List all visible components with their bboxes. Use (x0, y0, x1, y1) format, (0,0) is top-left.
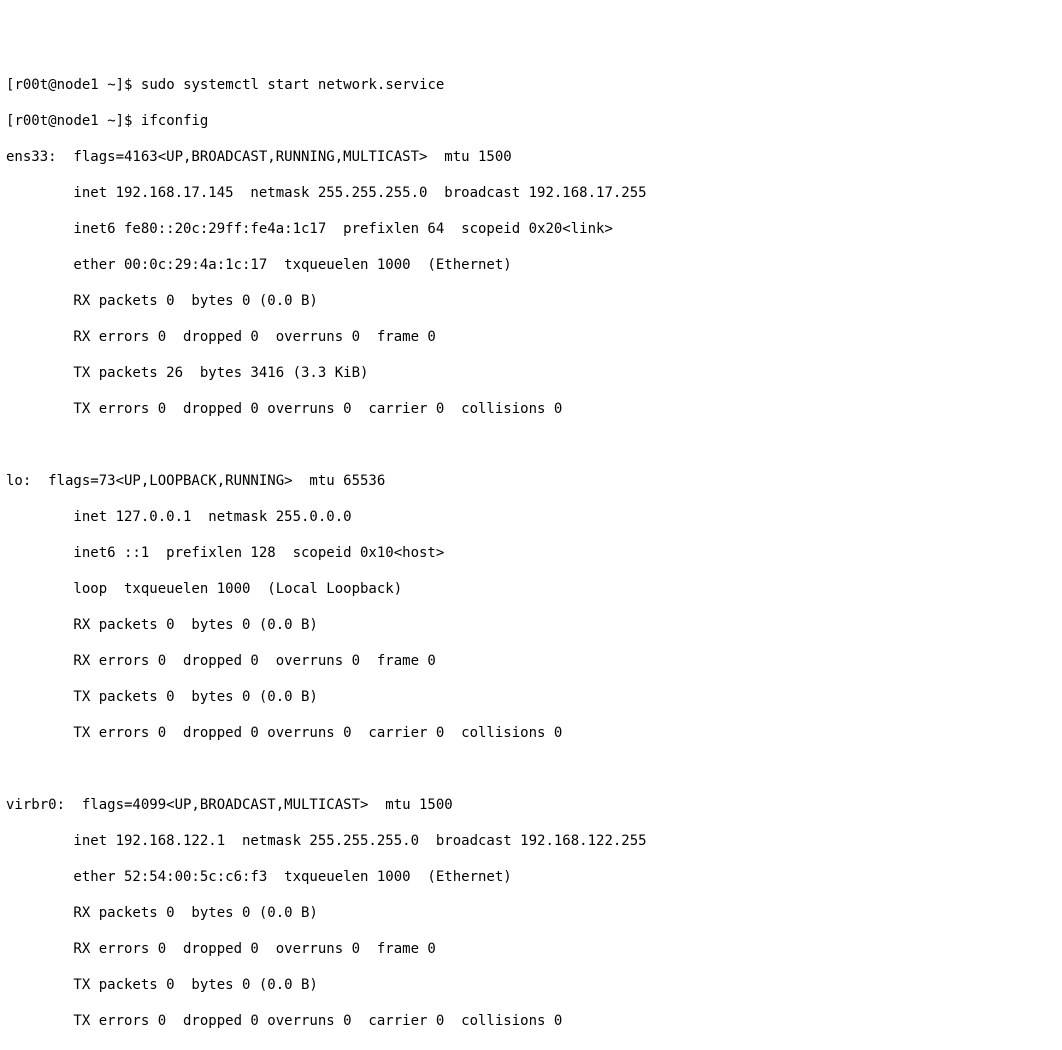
prompt-user: r00t (14, 113, 48, 129)
ifconfig-output: ether 00:0c:29:4a:1c:17 txqueuelen 1000 … (6, 256, 1056, 274)
ifconfig-output: RX errors 0 dropped 0 overruns 0 frame 0 (6, 940, 1056, 958)
ifconfig-output: RX packets 0 bytes 0 (0.0 B) (6, 904, 1056, 922)
ifconfig-output: virbr0: flags=4099<UP,BROADCAST,MULTICAS… (6, 796, 1056, 814)
shell-prompt[interactable]: [r00t@node1 ~]$ (6, 77, 141, 93)
ifconfig-output: inet 192.168.17.145 netmask 255.255.255.… (6, 184, 1056, 202)
prompt-close: ]$ (116, 77, 133, 93)
prompt-host: node1 (57, 77, 99, 93)
blank-line (6, 760, 1056, 778)
ifconfig-output: TX packets 0 bytes 0 (0.0 B) (6, 976, 1056, 994)
terminal-line: [r00t@node1 ~]$ sudo systemctl start net… (6, 76, 1056, 94)
shell-prompt[interactable]: [r00t@node1 ~]$ (6, 113, 141, 129)
ifconfig-output: inet6 fe80::20c:29ff:fe4a:1c17 prefixlen… (6, 220, 1056, 238)
prompt-path: ~ (107, 77, 115, 93)
prompt-close: ]$ (116, 113, 133, 129)
ifconfig-output: inet 192.168.122.1 netmask 255.255.255.0… (6, 832, 1056, 850)
ifconfig-output: inet 127.0.0.1 netmask 255.0.0.0 (6, 508, 1056, 526)
blank-line (6, 1048, 1056, 1050)
ifconfig-output: RX packets 0 bytes 0 (0.0 B) (6, 616, 1056, 634)
ifconfig-output: RX packets 0 bytes 0 (0.0 B) (6, 292, 1056, 310)
ifconfig-output: TX packets 26 bytes 3416 (3.3 KiB) (6, 364, 1056, 382)
command-text: ifconfig (141, 113, 208, 129)
ifconfig-output: ens33: flags=4163<UP,BROADCAST,RUNNING,M… (6, 148, 1056, 166)
prompt-host: node1 (57, 113, 99, 129)
ifconfig-output: inet6 ::1 prefixlen 128 scopeid 0x10<hos… (6, 544, 1056, 562)
ifconfig-output: ether 52:54:00:5c:c6:f3 txqueuelen 1000 … (6, 868, 1056, 886)
ifconfig-output: RX errors 0 dropped 0 overruns 0 frame 0 (6, 328, 1056, 346)
blank-line (6, 436, 1056, 454)
ifconfig-output: TX errors 0 dropped 0 overruns 0 carrier… (6, 1012, 1056, 1030)
prompt-user: r00t (14, 77, 48, 93)
command-text: sudo systemctl start network.service (141, 77, 444, 93)
ifconfig-output: lo: flags=73<UP,LOOPBACK,RUNNING> mtu 65… (6, 472, 1056, 490)
ifconfig-output: TX errors 0 dropped 0 overruns 0 carrier… (6, 724, 1056, 742)
ifconfig-output: TX errors 0 dropped 0 overruns 0 carrier… (6, 400, 1056, 418)
prompt-path: ~ (107, 113, 115, 129)
ifconfig-output: TX packets 0 bytes 0 (0.0 B) (6, 688, 1056, 706)
ifconfig-output: RX errors 0 dropped 0 overruns 0 frame 0 (6, 652, 1056, 670)
terminal-line: [r00t@node1 ~]$ ifconfig (6, 112, 1056, 130)
ifconfig-output: loop txqueuelen 1000 (Local Loopback) (6, 580, 1056, 598)
